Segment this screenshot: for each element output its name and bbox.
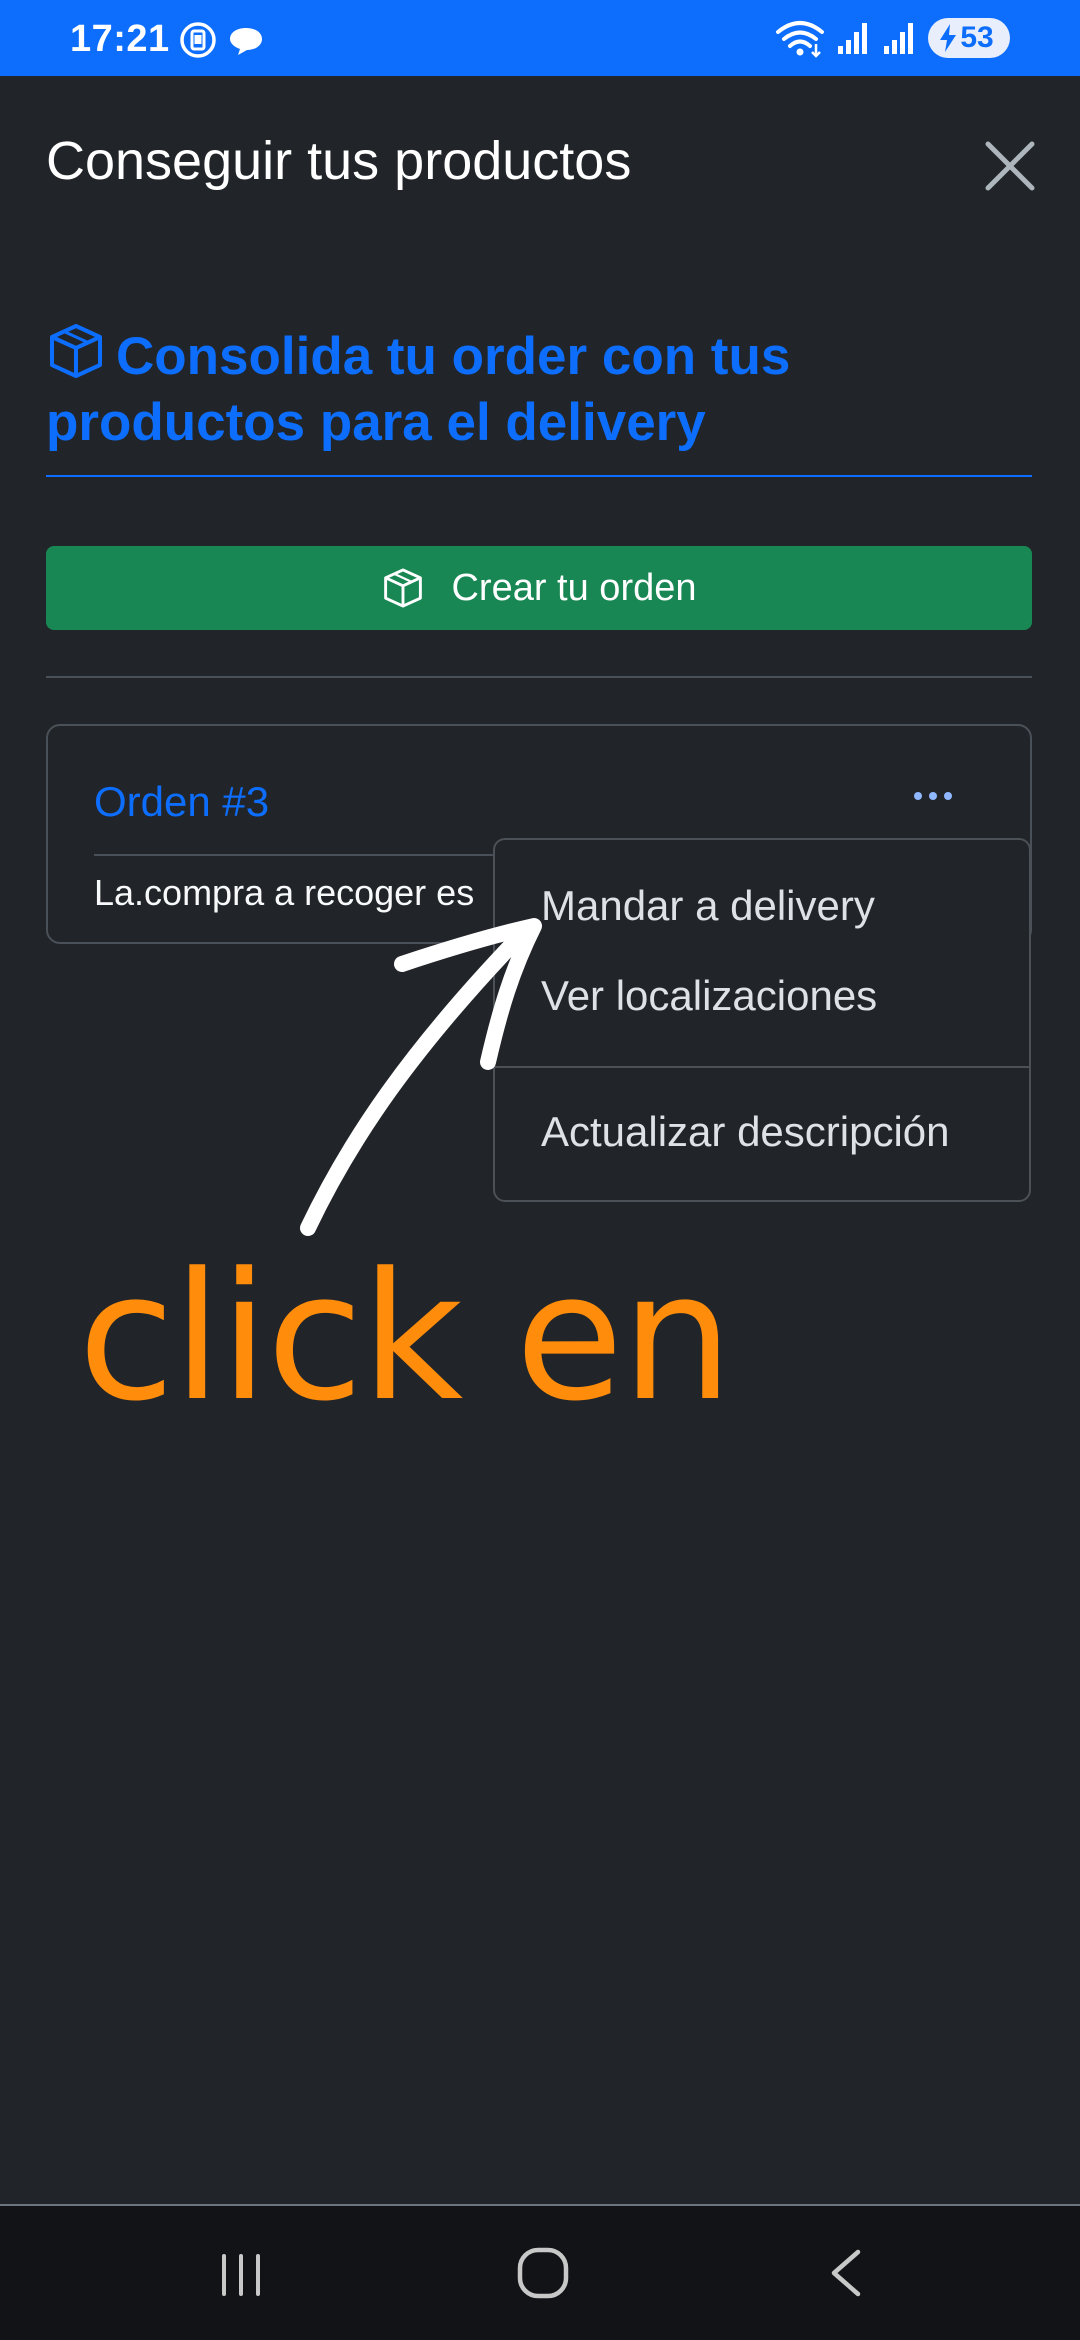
menu-item-view-locations[interactable]: Ver localizaciones (541, 972, 877, 1020)
signal-icon (884, 23, 913, 54)
status-bar: 17:21 53 (0, 0, 1080, 76)
order-dropdown-menu: Mandar a delivery Ver localizaciones Act… (493, 838, 1031, 1202)
recent-apps-icon[interactable] (216, 2252, 266, 2298)
battery-level: 53 (960, 21, 994, 54)
back-icon[interactable] (826, 2248, 866, 2298)
box-icon (384, 568, 423, 608)
heading-rule (46, 475, 1032, 477)
status-right-icons: 53 (774, 18, 1010, 58)
signal-icon (838, 23, 867, 54)
annotation-text: click en (78, 1235, 733, 1440)
nav-bar (0, 2206, 1080, 2340)
battery-charging-icon (940, 24, 956, 52)
status-left-icons (178, 20, 266, 60)
menu-item-update-description[interactable]: Actualizar descripción (541, 1108, 950, 1156)
dropdown-divider (495, 1066, 1029, 1068)
order-title[interactable]: Orden #3 (94, 778, 269, 826)
menu-item-send-delivery[interactable]: Mandar a delivery (541, 882, 875, 930)
section-heading-text: Consolida tu order con tus productos par… (46, 327, 791, 452)
section-heading: Consolida tu order con tus productos par… (46, 322, 1036, 456)
page-title: Conseguir tus productos (46, 131, 632, 191)
create-order-label: Crear tu orden (451, 566, 697, 609)
chat-bubble-icon (230, 28, 262, 55)
wifi-icon (776, 21, 824, 58)
battery-indicator: 53 (928, 18, 1010, 58)
home-icon[interactable] (516, 2246, 570, 2300)
divider (46, 676, 1032, 678)
create-order-button[interactable]: Crear tu orden (46, 546, 1032, 630)
status-time: 17:21 (70, 18, 170, 60)
more-horizontal-icon[interactable] (908, 784, 958, 808)
close-icon[interactable] (980, 136, 1040, 196)
screen-record-icon (180, 22, 216, 58)
arrow-icon (300, 918, 542, 1236)
box-icon (50, 324, 102, 378)
